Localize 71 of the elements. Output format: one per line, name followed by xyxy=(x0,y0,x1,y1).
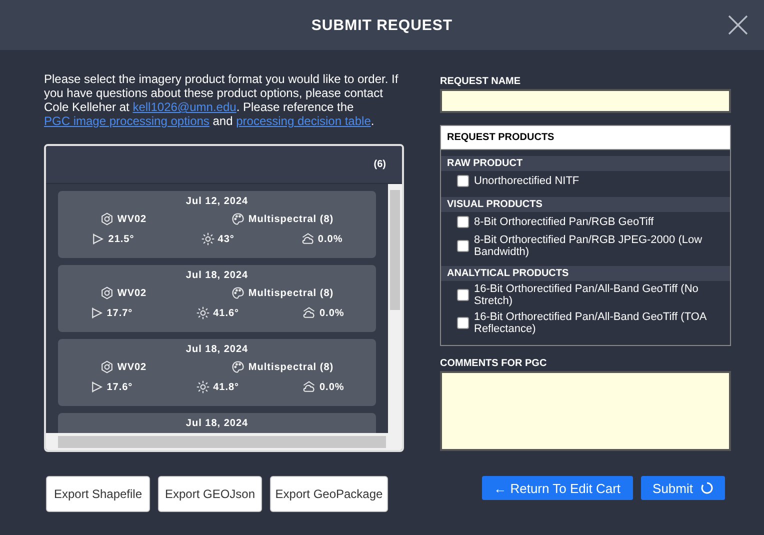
horizontal-scrollbar[interactable] xyxy=(46,433,402,450)
cloud-icon xyxy=(302,380,316,394)
checkbox[interactable] xyxy=(457,175,469,187)
sun-icon xyxy=(196,306,210,320)
satellite-name: WV02 xyxy=(117,362,147,373)
cloud-icon xyxy=(302,306,316,320)
scene-card[interactable]: Jul 18, 2024 xyxy=(58,413,376,434)
off-nadir-angle: 21.5° xyxy=(108,234,134,245)
return-button[interactable]: ← Return To Edit Cart xyxy=(482,476,633,500)
checkbox[interactable] xyxy=(457,317,469,329)
field-label: REQUEST NAME xyxy=(440,76,522,87)
checkbox-label: Unorthorectified NITF xyxy=(474,175,580,187)
satellite-name: WV02 xyxy=(117,288,147,299)
spinner-icon xyxy=(701,482,713,494)
scene-date: Jul 18, 2024 xyxy=(184,418,250,430)
comments-field[interactable] xyxy=(440,371,731,451)
sensor-type: Multispectral (8) xyxy=(248,288,334,299)
checkbox-label: 16-Bit Orthorectified Pan/All-Band GeoTiff (No Stretch) xyxy=(474,283,700,307)
group-heading: VISUAL PRODUCTS xyxy=(441,197,730,212)
sun-elevation: 41.8° xyxy=(213,382,240,393)
palette-icon xyxy=(231,212,246,226)
sun-icon xyxy=(196,380,210,394)
checkbox[interactable] xyxy=(457,240,469,252)
link[interactable]: PGC image processing options xyxy=(44,114,210,128)
cloud-cover: 0.0% xyxy=(319,308,344,319)
dialog-title: SUBMIT REQUEST xyxy=(311,16,453,34)
checkbox-label: 16-Bit Orthorectified Pan/All-Band GeoTiff (TOA Reflectance) xyxy=(474,311,708,335)
export-button[interactable]: Export GeoPackage xyxy=(270,476,388,512)
angle-icon xyxy=(90,306,104,320)
cloud-icon xyxy=(300,232,315,246)
satellite-icon xyxy=(100,360,114,374)
sun-elevation: 41.6° xyxy=(213,308,240,319)
sensor-type: Multispectral (8) xyxy=(248,214,334,225)
checkbox[interactable] xyxy=(457,289,469,301)
cloud-cover: 0.0% xyxy=(319,382,344,393)
export-button[interactable]: Export Shapefile xyxy=(46,476,150,512)
off-nadir-angle: 17.7° xyxy=(106,308,133,319)
cloud-cover: 0.0% xyxy=(318,234,343,245)
scene-date: Jul 12, 2024 xyxy=(184,196,250,208)
group-heading: ANALYTICAL PRODUCTS xyxy=(441,266,730,281)
scene-count: (6) xyxy=(374,159,386,170)
close-icon[interactable] xyxy=(728,15,748,35)
sun-icon xyxy=(200,232,215,246)
link[interactable]: kell1026@umn.edu xyxy=(132,100,236,114)
checkbox-label: 8-Bit Orthorectified Pan/RGB GeoTiff xyxy=(474,216,654,228)
sun-elevation: 43° xyxy=(218,234,234,245)
field-label: COMMENTS FOR PGC xyxy=(440,358,548,369)
link[interactable]: processing decision table xyxy=(236,114,371,128)
scene-card[interactable]: Jul 18, 2024 WV02 Multispectral (8) 17.6° 41.8° 0.0% xyxy=(58,339,376,406)
satellite-icon xyxy=(100,286,114,300)
vertical-scrollbar[interactable] xyxy=(388,184,402,434)
scene-card[interactable]: Jul 12, 2024 WV02 Multispectral (8) 21.5° 43° 0.0% xyxy=(58,191,376,258)
satellite-icon xyxy=(100,212,114,226)
satellite-name: WV02 xyxy=(117,214,147,225)
panel-title: REQUEST PRODUCTS xyxy=(441,126,730,150)
palette-icon xyxy=(231,360,246,374)
scene-date: Jul 18, 2024 xyxy=(184,270,250,282)
checkbox-label: 8-Bit Orthorectified Pan/RGB JPEG-2000 (Low Bandwidth) xyxy=(474,234,704,258)
group-heading: RAW PRODUCT xyxy=(441,156,730,171)
sensor-type: Multispectral (8) xyxy=(248,362,334,373)
instructions-text: Please select the imagery product format you would like to order. If you have questions about these product options, please contact Cole Kelleher at kell1026@umn.edu. Please reference the PGC image processing options and processing decision table. xyxy=(44,72,400,128)
angle-icon xyxy=(90,380,104,394)
scene-card[interactable]: Jul 18, 2024 WV02 Multispectral (8) 17.7° 41.6° 0.0% xyxy=(58,265,376,332)
export-button[interactable]: Export GEOJson xyxy=(158,476,262,512)
submit-button[interactable]: Submit xyxy=(640,476,725,500)
scene-date: Jul 18, 2024 xyxy=(184,344,250,356)
off-nadir-angle: 17.6° xyxy=(106,382,133,393)
angle-icon xyxy=(91,232,106,246)
palette-icon xyxy=(231,286,246,300)
request-name-field[interactable] xyxy=(440,89,731,113)
checkbox[interactable] xyxy=(457,216,469,228)
